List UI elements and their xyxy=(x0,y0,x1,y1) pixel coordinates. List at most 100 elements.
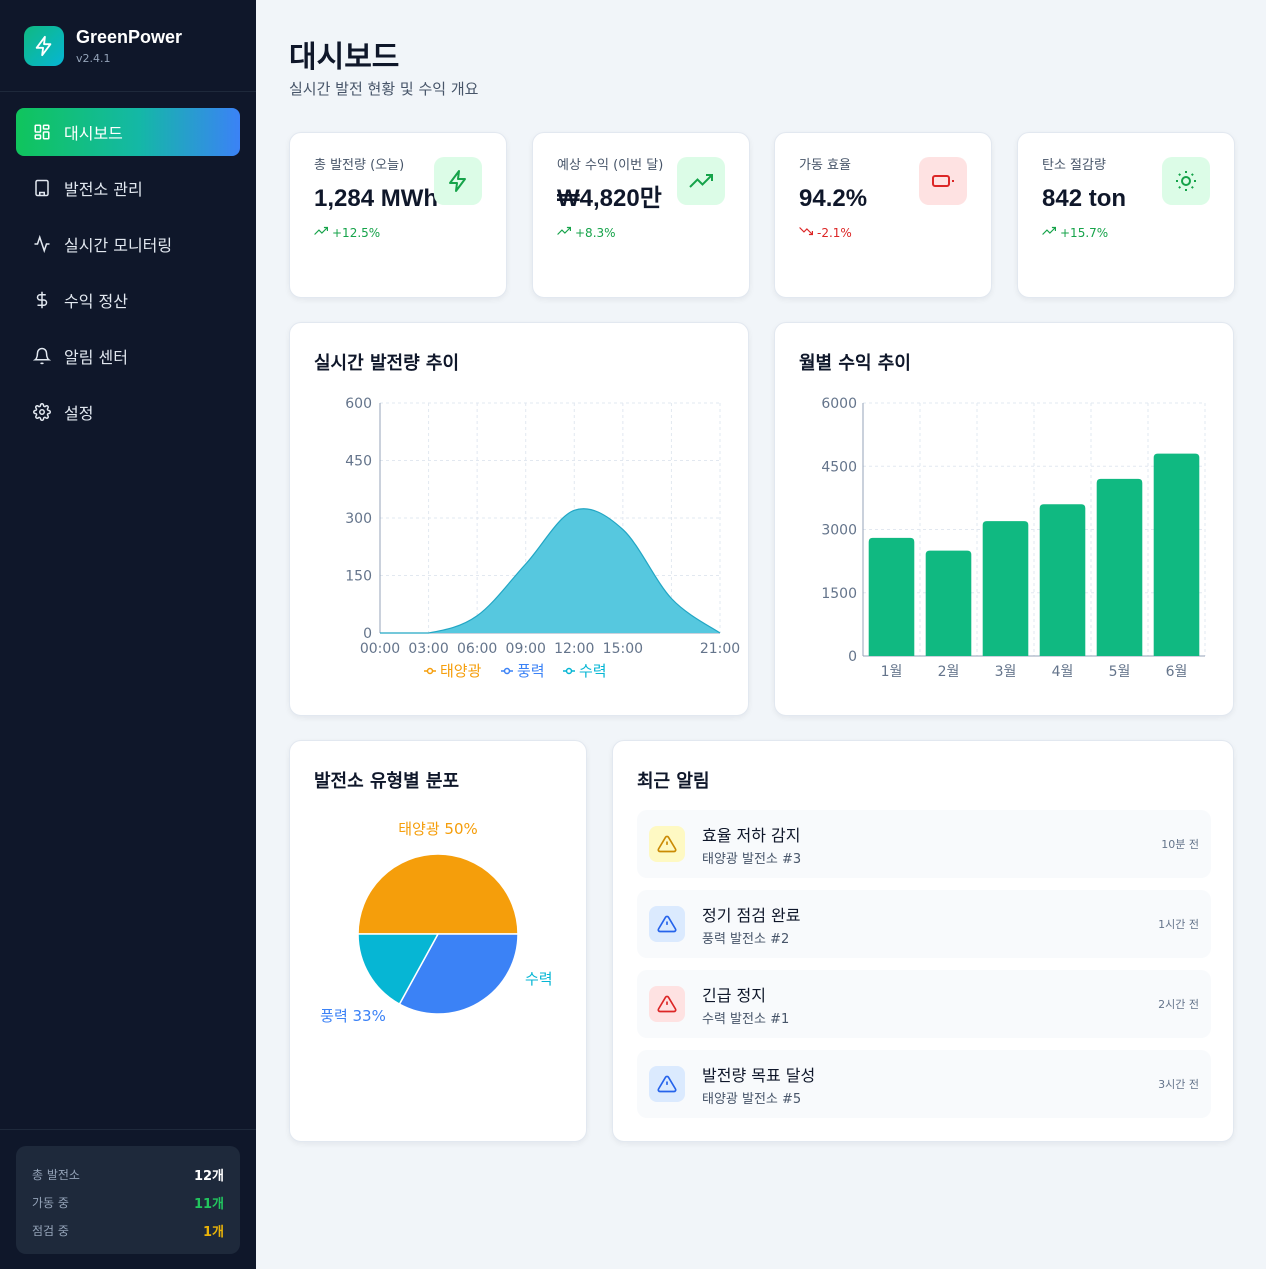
legend-marker xyxy=(565,667,573,675)
x-tick-label: 5월 xyxy=(1109,664,1131,680)
monthly-chart-card: 월별 수익 추이 0 1500 3000 4500 6000 1월 2월 3월 4월 5월 6월 xyxy=(774,322,1234,716)
building-icon xyxy=(32,178,52,198)
sidebar-nav: 대시보드 발전소 관리 실시간 모니터링 수익 정산 알림 센터 설정 xyxy=(0,92,256,460)
kpi-delta: +8.3% xyxy=(557,224,725,241)
sidebar-item-revenue[interactable]: 수익 정산 xyxy=(16,276,240,324)
kpi-card-carbon: 탄소 절감량 842 ton +15.7% xyxy=(1017,132,1235,298)
bar xyxy=(925,550,972,656)
sidebar-item-label: 설정 xyxy=(64,404,94,423)
bar xyxy=(868,537,915,656)
x-tick-label: 09:00 xyxy=(506,641,546,657)
stat-maintenance: 점검 중 1개 xyxy=(32,1216,224,1244)
sidebar-divider xyxy=(0,1129,256,1130)
x-tick-label: 1월 xyxy=(881,664,903,680)
alert-source: 풍력 발전소 #2 xyxy=(702,932,790,947)
warning-icon xyxy=(649,986,685,1022)
trending-up-icon xyxy=(677,157,725,205)
zap-icon xyxy=(24,25,64,66)
sidebar-item-monitoring[interactable]: 실시간 모니터링 xyxy=(16,220,240,268)
x-tick-label: 15:00 xyxy=(603,641,643,657)
x-tick-label: 4월 xyxy=(1052,664,1074,680)
realtime-chart: 0 150 300 450 600 00:00 03:00 06:00 09:00 12:00 15… xyxy=(345,396,740,680)
sidebar-item-dashboard[interactable]: 대시보드 xyxy=(16,108,240,156)
sidebar-item-alerts[interactable]: 알림 센터 xyxy=(16,332,240,380)
alert-source: 태양광 발전소 #3 xyxy=(702,852,802,867)
alerts-title: 최근 알림 xyxy=(637,771,710,792)
kpi-delta: +12.5% xyxy=(314,224,482,241)
distribution-chart-card: 발전소 유형별 분포 태양광 50% 풍력 33% 수력 xyxy=(289,740,587,1142)
activity-icon xyxy=(32,234,52,254)
stat-value: 12개 xyxy=(193,1168,224,1184)
pie-slice xyxy=(357,853,519,935)
sidebar-item-plants[interactable]: 발전소 관리 xyxy=(16,164,240,212)
alert-item[interactable]: 발전량 목표 달성 태양광 발전소 #5 3시간 전 xyxy=(637,1050,1211,1118)
alert-time: 2시간 전 xyxy=(1158,998,1199,1011)
alert-title: 발전량 목표 달성 xyxy=(702,1066,816,1085)
kpi-value: 94.2% xyxy=(799,185,868,213)
alert-title: 효율 저하 감지 xyxy=(702,826,801,845)
alert-time: 10분 전 xyxy=(1161,838,1199,851)
alert-title: 긴급 정지 xyxy=(702,986,766,1005)
x-tick-label: 03:00 xyxy=(408,641,448,657)
x-tick-label: 6월 xyxy=(1166,664,1188,680)
y-tick-label: 450 xyxy=(345,454,372,470)
realtime-chart-card: 실시간 발전량 추이 0 150 300 450 600 00:00 03:00 06:00 0… xyxy=(289,322,749,716)
pie-label: 풍력 33% xyxy=(320,1007,386,1025)
main-content: 대시보드 실시간 발전 현황 및 수익 개요 총 발전량 (오늘) 1,284 … xyxy=(256,0,1266,1269)
pie-label: 태양광 50% xyxy=(398,820,478,838)
kpi-card-revenue: 예상 수익 (이번 달) ₩4,820만 +8.3% xyxy=(532,132,750,298)
bar xyxy=(982,521,1029,656)
y-tick-label: 600 xyxy=(345,396,372,412)
sidebar-item-settings[interactable]: 설정 xyxy=(16,388,240,436)
legend-marker xyxy=(503,667,511,675)
battery-icon xyxy=(919,157,967,205)
sidebar-item-label: 알림 센터 xyxy=(64,348,128,367)
alert-source: 수력 발전소 #1 xyxy=(702,1012,790,1027)
x-tick-label: 06:00 xyxy=(457,641,497,657)
trending-down-icon xyxy=(799,224,813,241)
sidebar-item-label: 대시보드 xyxy=(64,124,123,143)
kpi-card-efficiency: 가동 효율 94.2% -2.1% xyxy=(774,132,992,298)
kpi-label: 탄소 절감량 xyxy=(1042,158,1106,173)
alert-time: 3시간 전 xyxy=(1158,1078,1199,1091)
kpi-delta: +15.7% xyxy=(1042,224,1210,241)
kpi-card-generation: 총 발전량 (오늘) 1,284 MWh +12.5% xyxy=(289,132,507,298)
y-tick-label: 4500 xyxy=(821,459,857,475)
grid-icon xyxy=(32,122,52,142)
brand: GreenPower v2.4.1 xyxy=(0,0,256,92)
stat-label: 점검 중 xyxy=(32,1223,69,1238)
x-tick-label: 12:00 xyxy=(554,641,594,657)
trending-up-icon xyxy=(557,224,571,241)
kpi-label: 총 발전량 (오늘) xyxy=(314,158,405,173)
trending-up-icon xyxy=(1042,224,1056,241)
alert-item[interactable]: 효율 저하 감지 태양광 발전소 #3 10분 전 xyxy=(637,810,1211,878)
alert-item[interactable]: 긴급 정지 수력 발전소 #1 2시간 전 xyxy=(637,970,1211,1038)
stat-label: 총 발전소 xyxy=(32,1167,80,1182)
x-tick-label: 2월 xyxy=(938,664,960,680)
bell-icon xyxy=(32,346,52,366)
kpi-delta-text: +8.3% xyxy=(575,225,616,240)
monthly-chart: 0 1500 3000 4500 6000 1월 2월 3월 4월 5월 6월 xyxy=(821,396,1206,680)
stat-total: 총 발전소 12개 xyxy=(32,1160,224,1188)
kpi-value: 1,284 MWh xyxy=(314,185,439,213)
warning-icon xyxy=(649,1066,685,1102)
y-tick-label: 6000 xyxy=(821,396,857,412)
legend-label: 수력 xyxy=(579,662,607,680)
kpi-delta-text: +12.5% xyxy=(332,225,381,240)
alert-time: 1시간 전 xyxy=(1158,918,1199,931)
legend-marker xyxy=(426,667,434,675)
x-tick-label: 21:00 xyxy=(700,641,740,657)
x-tick-label: 00:00 xyxy=(360,641,400,657)
alerts-card: 최근 알림 효율 저하 감지 태양광 발전소 #3 10분 전 정기 점검 완료… xyxy=(612,740,1234,1142)
x-tick-label: 3월 xyxy=(995,664,1017,680)
legend-label: 풍력 xyxy=(517,662,545,680)
area-series xyxy=(380,508,720,633)
sidebar-item-label: 발전소 관리 xyxy=(64,180,143,199)
alert-source: 태양광 발전소 #5 xyxy=(702,1092,802,1107)
brand-version: v2.4.1 xyxy=(76,51,111,65)
stat-running: 가동 중 11개 xyxy=(32,1188,224,1216)
alert-title: 정기 점검 완료 xyxy=(702,906,801,925)
page-title: 대시보드 xyxy=(289,40,400,75)
bar xyxy=(1096,478,1143,656)
alert-item[interactable]: 정기 점검 완료 풍력 발전소 #2 1시간 전 xyxy=(637,890,1211,958)
